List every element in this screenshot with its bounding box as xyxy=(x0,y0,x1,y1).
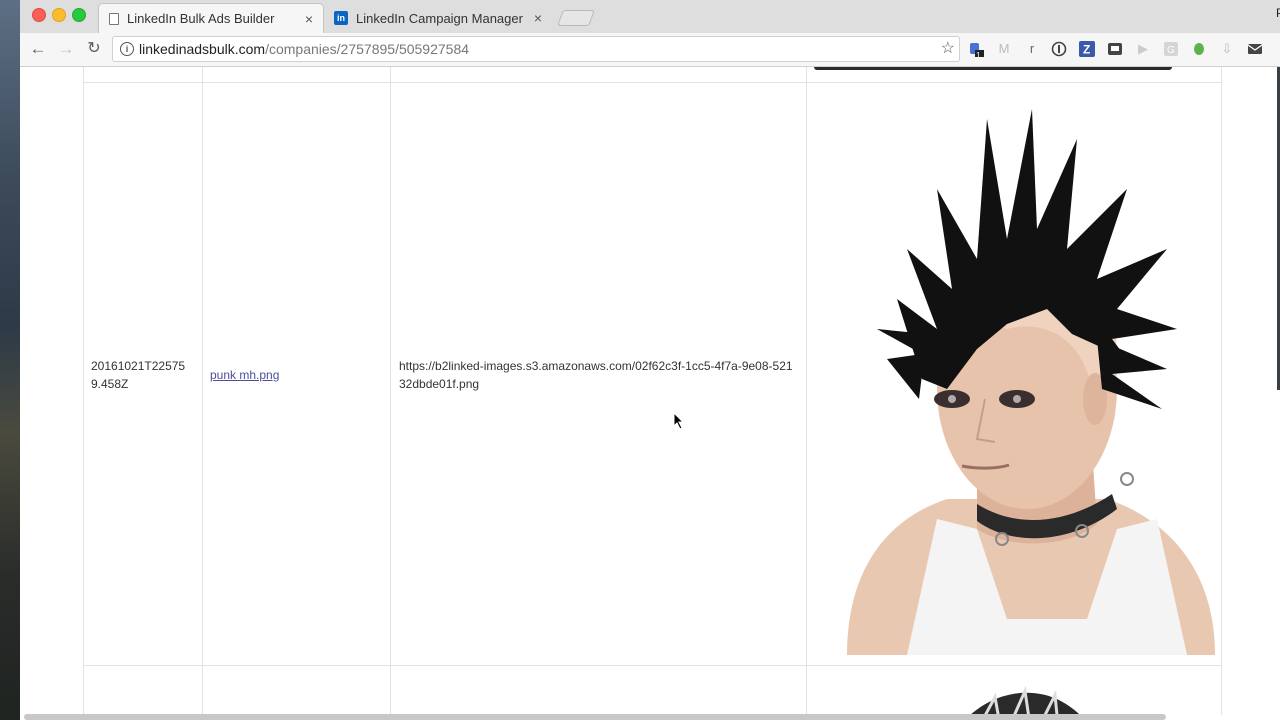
extension-lastpass-icon[interactable]: 1 xyxy=(968,41,984,60)
forward-arrow-icon[interactable]: → xyxy=(56,39,76,59)
tab-title: LinkedIn Campaign Manager xyxy=(356,10,523,26)
desktop-background xyxy=(0,0,20,720)
extension-zotero-icon[interactable]: Z xyxy=(1079,41,1095,57)
tab-linkedin-bulk-ads-builder[interactable]: LinkedIn Bulk Ads Builder × xyxy=(98,3,324,33)
info-icon[interactable]: i xyxy=(120,42,134,56)
extension-badge: 1 xyxy=(976,51,981,60)
page-icon xyxy=(109,12,119,25)
svg-text:G: G xyxy=(1167,45,1175,56)
table-column-divider xyxy=(390,67,391,715)
table-column-divider xyxy=(202,67,203,715)
extension-play-icon[interactable]: ▶ xyxy=(1135,41,1151,57)
extension-1password-icon[interactable] xyxy=(1051,41,1067,57)
table-row-divider xyxy=(83,82,1222,83)
extension-gmail-icon[interactable]: M xyxy=(996,41,1012,57)
tab-close-icon[interactable]: × xyxy=(534,10,542,26)
table-column-divider xyxy=(1221,67,1222,715)
previous-row-image-edge xyxy=(814,67,1172,70)
filename-link[interactable]: punk mh.png xyxy=(210,366,279,384)
profile-button[interactable]: P xyxy=(1276,6,1280,20)
table-cell-date: 20161021T225759.458Z xyxy=(91,359,186,391)
window-minimize-button[interactable] xyxy=(52,8,66,22)
svg-text:Z: Z xyxy=(1083,43,1090,57)
ad-image-punk-mohawk xyxy=(827,99,1215,655)
bookmark-star-icon[interactable]: ☆ xyxy=(941,37,955,61)
page-content: 20161021T225759.458Z punk mh.png https:/… xyxy=(20,67,1277,715)
mouse-cursor-icon xyxy=(673,412,685,430)
url-text: linkedinadsbulk.com/companies/2757895/50… xyxy=(139,37,469,61)
extension-download-icon[interactable]: ⇩ xyxy=(1219,41,1235,57)
extension-evernote-icon[interactable] xyxy=(1191,41,1207,57)
address-bar[interactable]: i linkedinadsbulk.com/companies/2757895/… xyxy=(112,36,960,62)
window-close-button[interactable] xyxy=(32,8,46,22)
next-row-image-edge xyxy=(940,685,1100,715)
url-path: /companies/2757895/505927584 xyxy=(265,41,470,57)
extension-pocket-icon[interactable] xyxy=(1107,41,1123,57)
extension-mail-icon[interactable] xyxy=(1247,41,1263,57)
tab-close-icon[interactable]: × xyxy=(305,11,313,27)
tab-title: LinkedIn Bulk Ads Builder xyxy=(127,11,275,26)
table-column-divider xyxy=(806,67,807,715)
table-column-divider xyxy=(83,67,84,715)
extension-grammarly-icon[interactable]: G xyxy=(1163,41,1179,57)
reload-icon[interactable]: ↻ xyxy=(84,39,104,59)
table-row-divider xyxy=(83,665,1222,666)
table-cell-image-url: https://b2linked-images.s3.amazonaws.com… xyxy=(399,359,793,391)
extension-r-icon[interactable]: r xyxy=(1024,41,1040,57)
tab-linkedin-campaign-manager[interactable]: in LinkedIn Campaign Manager × xyxy=(326,3,552,33)
browser-tab-bar: LinkedIn Bulk Ads Builder × in LinkedIn … xyxy=(20,0,1280,34)
linkedin-icon: in xyxy=(334,11,348,25)
back-arrow-icon[interactable]: ← xyxy=(28,39,48,59)
url-host: linkedinadsbulk.com xyxy=(139,41,266,57)
window-maximize-button[interactable] xyxy=(72,8,86,22)
horizontal-scrollbar[interactable] xyxy=(24,714,1166,720)
new-tab-button[interactable] xyxy=(557,10,595,26)
browser-toolbar: ← → ↻ i linkedinadsbulk.com/companies/27… xyxy=(20,33,1280,67)
